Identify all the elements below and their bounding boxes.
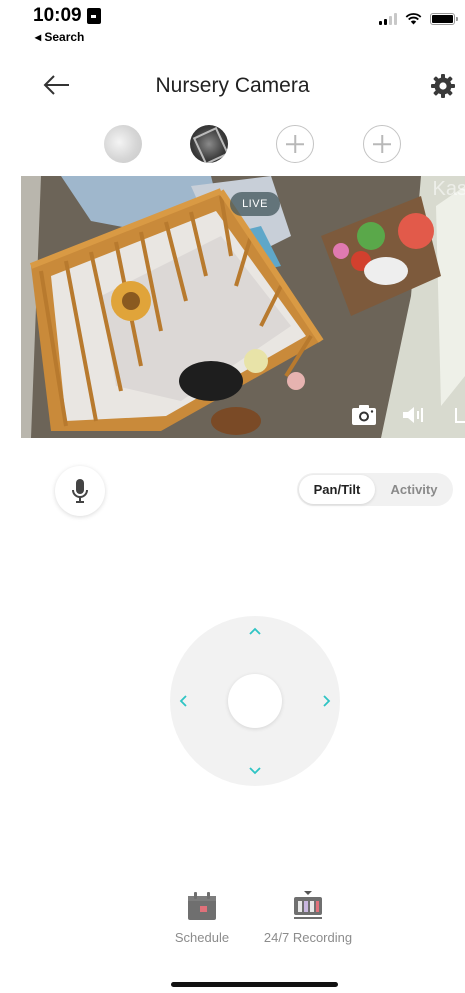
recording-shortcut[interactable]: 24/7 Recording (253, 890, 363, 945)
wifi-icon (405, 13, 422, 25)
calendar-icon (188, 892, 216, 920)
brand-watermark: Kas (432, 178, 465, 200)
pan-tilt-joystick[interactable] (170, 616, 340, 786)
recording-icon (294, 891, 322, 919)
home-indicator (171, 982, 338, 987)
tab-pan-tilt[interactable]: Pan/Tilt (299, 475, 375, 504)
status-time: 10:09 (33, 5, 101, 27)
status-time-label: 10:09 (33, 5, 82, 26)
page-title: Nursery Camera (155, 74, 310, 97)
tab-activity[interactable]: Activity (377, 475, 451, 504)
camera-thumb-2[interactable] (190, 125, 228, 163)
add-camera-button[interactable] (276, 125, 314, 163)
chevron-down-icon[interactable] (248, 764, 262, 778)
joystick-knob[interactable] (228, 674, 282, 728)
id-badge-icon (86, 8, 101, 24)
battery-icon (430, 13, 458, 25)
camera-selector (0, 125, 465, 163)
fullscreen-icon[interactable] (453, 404, 465, 426)
volume-icon[interactable] (401, 404, 425, 426)
schedule-label: Schedule (174, 930, 230, 945)
view-mode-toggle: Pan/Tilt Activity (297, 473, 453, 506)
back-to-search-link[interactable]: ◂ Search (35, 30, 84, 44)
camera-snapshot-icon[interactable] (351, 404, 377, 426)
recording-label: 24/7 Recording (263, 930, 353, 945)
microphone-button[interactable] (55, 466, 105, 516)
chevron-left-icon[interactable] (176, 694, 190, 708)
chevron-right-icon[interactable] (320, 694, 334, 708)
microphone-icon (72, 479, 88, 503)
gear-icon[interactable] (430, 73, 456, 99)
add-camera-button[interactable] (363, 125, 401, 163)
battery-level (432, 15, 453, 23)
live-video-feed[interactable]: LIVE Kas (21, 176, 465, 438)
chevron-up-icon[interactable] (248, 624, 262, 638)
schedule-shortcut[interactable]: Schedule (147, 890, 257, 945)
status-icons (379, 13, 458, 25)
cellular-signal-icon (379, 13, 397, 25)
live-badge: LIVE (230, 192, 280, 216)
camera-thumb-1[interactable] (104, 125, 142, 163)
